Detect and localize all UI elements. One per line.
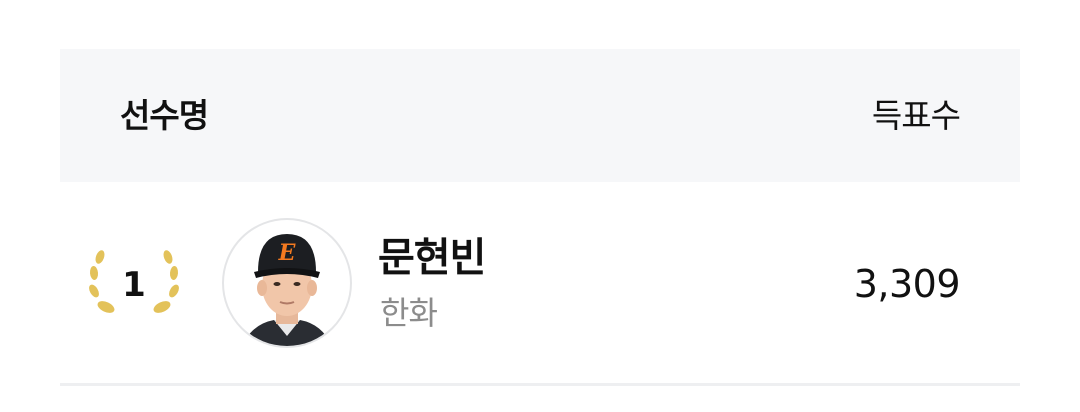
column-header-votes: 득표수 xyxy=(871,96,961,135)
player-avatar: E xyxy=(222,218,352,348)
player-team: 한화 xyxy=(380,294,438,332)
table-header: 선수명 득표수 xyxy=(60,49,1020,182)
rank-number: 1 xyxy=(122,265,146,305)
vote-ranking-table: 선수명 득표수 1 E 문현빈 한화 3,309 xyxy=(60,49,1020,386)
player-name: 문현빈 xyxy=(378,235,486,281)
column-header-player-name: 선수명 xyxy=(120,96,209,135)
table-row[interactable]: 1 E 문현빈 한화 3,309 xyxy=(60,182,1020,386)
vote-count: 3,309 xyxy=(853,262,961,306)
rank-badge: 1 xyxy=(86,247,182,323)
svg-text:E: E xyxy=(278,240,297,266)
